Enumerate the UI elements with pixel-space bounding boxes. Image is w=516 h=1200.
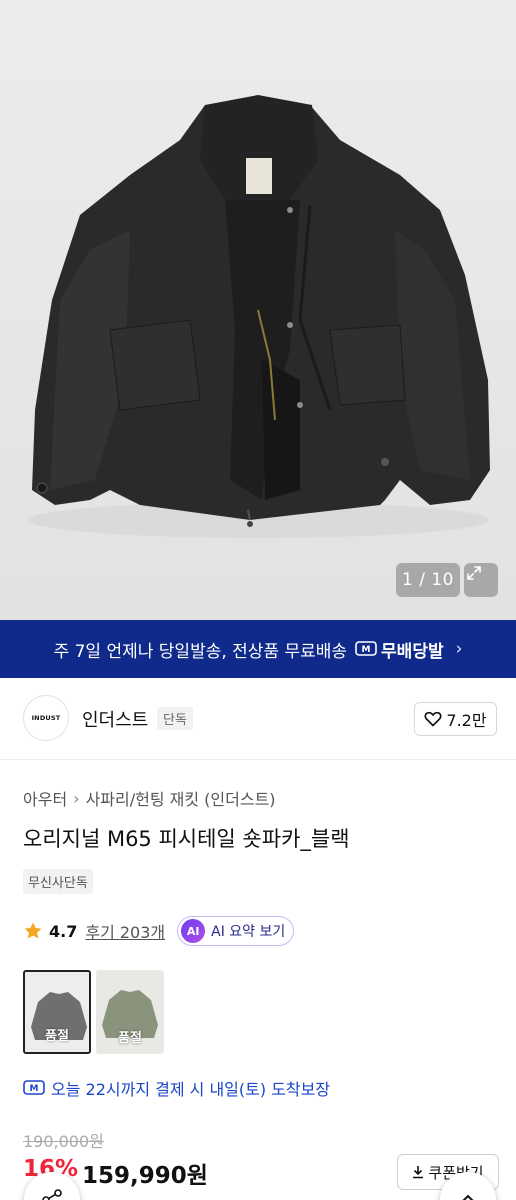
sale-price: 159,990원 <box>82 1163 208 1189</box>
star-icon <box>24 922 42 939</box>
breadcrumb-item[interactable]: 아우터 <box>23 786 67 810</box>
expand-button[interactable] <box>464 563 498 597</box>
svg-text:M: M <box>30 1084 39 1094</box>
brand-exclusive-tag: 단독 <box>157 707 193 730</box>
original-price: 190,000원 <box>23 1132 104 1151</box>
product-title: 오리지널 M65 피시테일 숏파카_블랙 <box>23 827 350 851</box>
option-thumbnail-black[interactable]: 품절 <box>23 970 91 1054</box>
ai-summary-button[interactable]: AI AI 요약 보기 <box>177 916 295 946</box>
brand-name[interactable]: 인더스트 <box>82 706 148 732</box>
ai-icon: AI <box>181 919 206 943</box>
no-shipping-badge: M 무배당발 <box>355 637 444 662</box>
product-image-gallery[interactable]: 1 / 10 <box>0 0 516 620</box>
brand-logo-text: INDUST <box>31 714 61 722</box>
delivery-text: 오늘 22시까지 결제 시 내일(토) 도착보장 <box>51 1080 331 1099</box>
image-counter: 1 / 10 <box>396 563 460 597</box>
share-icon <box>42 1189 62 1200</box>
like-button[interactable]: 7.2만 <box>414 702 497 736</box>
sold-out-label: 품절 <box>25 972 89 1052</box>
exclusive-tag: 무신사단독 <box>23 869 93 894</box>
sold-out-label: 품절 <box>96 970 164 1054</box>
chevron-up-icon <box>462 1194 474 1200</box>
rating-row: 4.7 후기 203개 AI AI 요약 보기 <box>23 915 295 947</box>
brand-logo[interactable]: INDUST <box>23 695 69 741</box>
reviews-link[interactable]: 후기 203개 <box>85 919 165 943</box>
truck-icon: M <box>355 641 377 656</box>
truck-icon: M <box>23 1080 45 1095</box>
rating-score: 4.7 <box>49 921 78 941</box>
breadcrumb-item[interactable]: 사파리/헌팅 재킷 (인더스트) <box>86 786 276 810</box>
badge-label: 무배당발 <box>381 641 444 662</box>
like-count: 7.2만 <box>446 711 487 730</box>
download-icon <box>413 1166 424 1179</box>
jacket-image <box>28 95 490 538</box>
option-thumbnail-olive[interactable]: 품절 <box>96 970 164 1054</box>
ai-summary-label: AI 요약 보기 <box>211 924 286 940</box>
svg-text:M: M <box>362 645 371 655</box>
breadcrumb: 아우터 › 사파리/헌팅 재킷 (인더스트) <box>23 786 276 810</box>
chevron-right-icon: › <box>455 639 463 659</box>
banner-text: 주 7일 언제나 당일발송, 전상품 무료배송 <box>53 641 348 662</box>
chevron-right-icon: › <box>73 788 80 808</box>
heart-icon <box>424 711 442 727</box>
free-shipping-banner[interactable]: 주 7일 언제나 당일발송, 전상품 무료배송 M 무배당발 › <box>0 620 516 678</box>
brand-row: INDUST 인더스트 단독 7.2만 <box>0 678 516 760</box>
expand-icon <box>467 566 481 580</box>
delivery-guarantee: M 오늘 22시까지 결제 시 내일(토) 도착보장 <box>23 1076 330 1100</box>
